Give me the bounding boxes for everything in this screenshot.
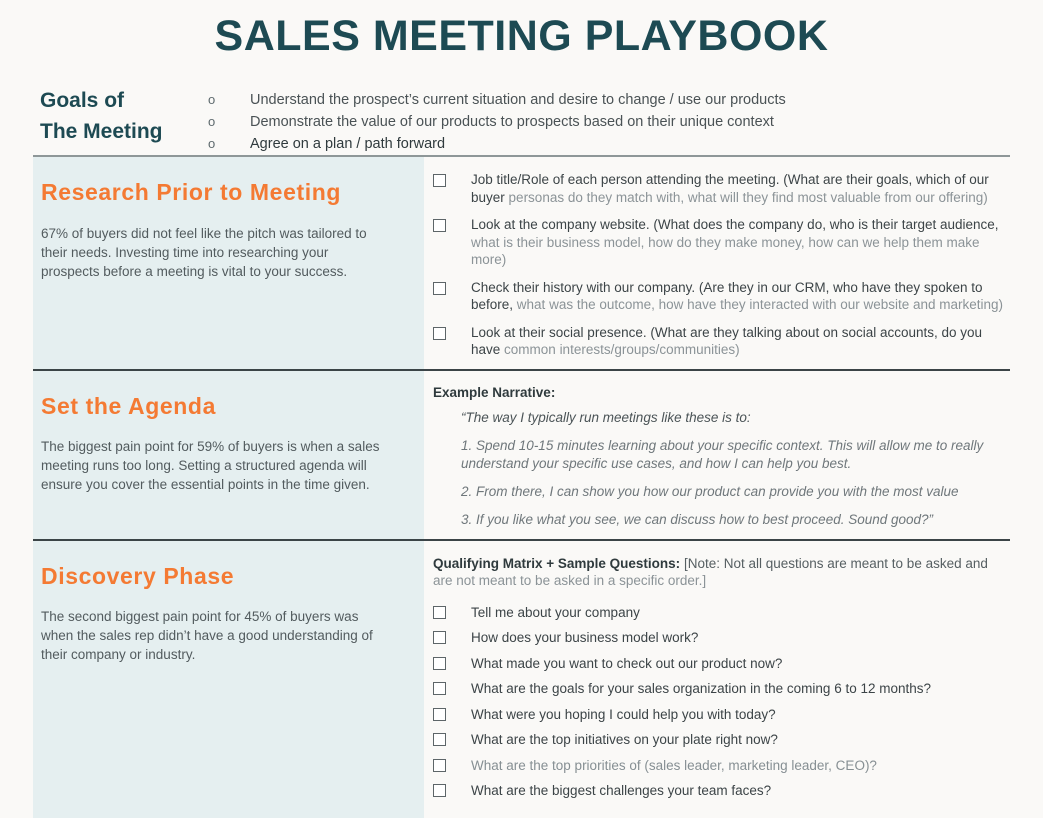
goals-label: Goals of The Meeting — [40, 85, 208, 147]
checkbox-icon[interactable] — [433, 758, 446, 772]
question-item[interactable]: Tell me about your company — [433, 604, 1010, 622]
narrative-line: “The way I typically run meetings like t… — [461, 409, 751, 425]
checkbox-icon[interactable] — [433, 219, 446, 233]
goal-item: o Understand the prospect’s current situ… — [208, 89, 1010, 111]
question-item[interactable]: What were you hoping I could help you wi… — [433, 706, 1010, 724]
section-research-summary: Research Prior to Meeting 67% of buyers … — [33, 157, 424, 369]
playbook-page: SALES MEETING PLAYBOOK Goals of The Meet… — [0, 0, 1043, 818]
checklist-item-label: Look at the company website. (What does … — [471, 217, 999, 233]
checklist-item[interactable]: Look at the company website. (What does … — [433, 216, 1010, 269]
question-item[interactable]: What made you want to check out our prod… — [433, 655, 1010, 673]
section-discovery-summary: Discovery Phase The second biggest pain … — [33, 540, 424, 818]
goal-item-label: Agree on a plan / path forward — [250, 136, 446, 153]
bullet-circle-icon: o — [208, 92, 216, 108]
question-item[interactable]: How does your business model work? — [433, 629, 1010, 647]
section-discovery-questions: Qualifying Matrix + Sample Questions: [N… — [424, 541, 1010, 818]
bullet-circle-icon: o — [208, 136, 216, 152]
section-agenda: Set the Agenda The biggest pain point fo… — [33, 370, 1010, 539]
goal-item: o Demonstrate the value of our products … — [208, 111, 1010, 133]
narrative-line: 2. From there, I can show you how our pr… — [461, 483, 959, 499]
section-research: Research Prior to Meeting 67% of buyers … — [33, 157, 1010, 369]
question-item-label: What are the top priorities of (sales le… — [471, 757, 877, 773]
narrative-line: 1. Spend 10-15 minutes learning about yo… — [461, 437, 984, 471]
question-item[interactable]: What are the top initiatives on your pla… — [433, 731, 1010, 749]
question-item[interactable]: What are the biggest challenges your tea… — [433, 782, 1010, 800]
checklist-item-detail: what was the outcome, how have they inte… — [516, 297, 1004, 313]
goals-block: Goals of The Meeting o Understand the pr… — [0, 85, 1043, 155]
checkbox-icon[interactable] — [433, 605, 446, 619]
section-discovery-blurb: The second biggest pain point for 45% of… — [41, 609, 373, 663]
title-bar: SALES MEETING PLAYBOOK — [0, 0, 1043, 59]
bullet-circle-icon: o — [208, 114, 216, 130]
section-research-blurb: 67% of buyers did not feel like the pitc… — [41, 225, 367, 279]
question-item[interactable]: What are the top priorities of (sales le… — [433, 757, 1010, 775]
checkbox-icon[interactable] — [433, 326, 446, 340]
checkbox-icon[interactable] — [433, 733, 446, 747]
checklist-item[interactable]: Check their history with our company. (A… — [433, 279, 1010, 314]
question-item-label: How does your business model work? — [471, 630, 699, 646]
checkbox-icon[interactable] — [433, 281, 446, 295]
checklist-item-detail: personas do they match with, what will t… — [508, 189, 988, 205]
question-item-label: What are the goals for your sales organi… — [471, 681, 932, 697]
question-item-label: What are the top initiatives on your pla… — [471, 732, 778, 748]
section-discovery-heading: Discovery Phase — [41, 562, 235, 589]
section-agenda-blurb: The biggest pain point for 59% of buyers… — [41, 439, 380, 493]
checkbox-icon[interactable] — [433, 707, 446, 721]
goal-item-label: Understand the prospect’s current situat… — [250, 92, 786, 109]
question-item-label: What made you want to check out our prod… — [471, 655, 783, 671]
goals-label-line1: Goals of — [40, 89, 125, 113]
narrative-title: Example Narrative: — [433, 384, 556, 400]
section-agenda-narrative: Example Narrative: “The way I typically … — [424, 371, 1010, 539]
goal-item-label: Demonstrate the value of our products to… — [250, 114, 774, 131]
page-title: SALES MEETING PLAYBOOK — [214, 12, 829, 60]
section-research-checklist: Job title/Role of each person attending … — [424, 157, 1010, 369]
qualifying-matrix-note-cont: are not meant to be asked in a specific … — [433, 573, 707, 589]
goal-item: o Agree on a plan / path forward — [208, 133, 1010, 155]
section-agenda-summary: Set the Agenda The biggest pain point fo… — [33, 370, 424, 539]
question-item-label: What were you hoping I could help you wi… — [471, 706, 776, 722]
question-item-label: What are the biggest challenges your tea… — [471, 783, 772, 799]
checklist-item[interactable]: Look at their social presence. (What are… — [433, 324, 1010, 359]
section-discovery: Discovery Phase The second biggest pain … — [33, 540, 1010, 818]
section-agenda-heading: Set the Agenda — [41, 392, 216, 419]
goals-list: o Understand the prospect’s current situ… — [208, 85, 1010, 155]
qualifying-matrix-note: [Note: Not all questions are meant to be… — [680, 555, 988, 571]
question-item-label: Tell me about your company — [471, 604, 640, 620]
question-item[interactable]: What are the goals for your sales organi… — [433, 680, 1010, 698]
goals-label-line2: The Meeting — [40, 119, 163, 143]
checklist-item-detail: common interests/groups/communities) — [504, 342, 740, 358]
checkbox-icon[interactable] — [433, 682, 446, 696]
section-research-heading: Research Prior to Meeting — [41, 179, 342, 206]
checkbox-icon[interactable] — [433, 174, 446, 188]
narrative-line: 3. If you like what you see, we can disc… — [461, 511, 934, 527]
checklist-item-detail: what is their business model, how do the… — [471, 234, 980, 268]
checkbox-icon[interactable] — [433, 631, 446, 645]
qualifying-matrix-label: Qualifying Matrix + Sample Questions: — [433, 555, 681, 571]
checklist-item[interactable]: Job title/Role of each person attending … — [433, 171, 1010, 206]
qualifying-matrix-header: Qualifying Matrix + Sample Questions: [N… — [433, 555, 1010, 590]
checkbox-icon[interactable] — [433, 656, 446, 670]
checkbox-icon[interactable] — [433, 784, 446, 798]
